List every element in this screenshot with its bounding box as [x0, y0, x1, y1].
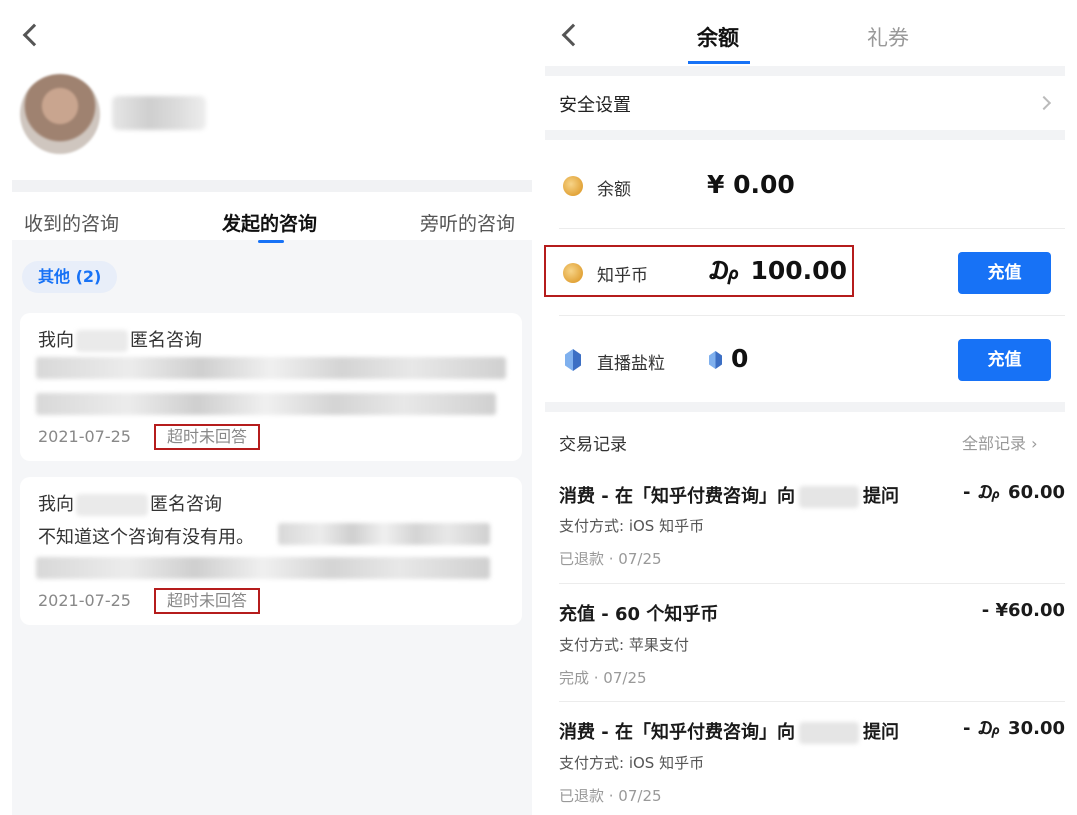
- row-divider: [559, 701, 1065, 702]
- row-divider: [559, 315, 1065, 316]
- card-title-prefix: 我向: [38, 494, 74, 515]
- transactions-header: 交易记录: [559, 435, 627, 455]
- section-divider: [545, 66, 1065, 76]
- transaction-method: 支付方式: 苹果支付: [559, 636, 689, 654]
- consultation-card[interactable]: 我向 匿名咨询 不知道这个咨询有没有用。 2021-07-25 超时未回答: [20, 477, 522, 625]
- filter-chip-other[interactable]: 其他 (2): [22, 261, 118, 293]
- tab-initiated-consultations[interactable]: 发起的咨询: [222, 209, 317, 236]
- transaction-method: 支付方式: iOS 知乎币: [559, 517, 705, 535]
- tab-coupons[interactable]: 礼券: [867, 22, 909, 52]
- transaction-title-prefix: 消费 - 在「知乎付费咨询」向: [559, 486, 796, 507]
- card-title: 我向 匿名咨询: [38, 326, 202, 352]
- blurred-text-line: [278, 523, 490, 545]
- transaction-title: 消费 - 在「知乎付费咨询」向 提问: [559, 718, 899, 744]
- active-tab-indicator: [258, 240, 284, 243]
- status-timeout-badge: 超时未回答: [154, 588, 261, 614]
- back-chevron-icon[interactable]: [22, 23, 46, 47]
- card-title-prefix: 我向: [38, 330, 74, 351]
- card-date: 2021-07-25: [38, 591, 131, 610]
- consultation-card[interactable]: 我向 匿名咨询 2021-07-25 超时未回答: [20, 313, 522, 461]
- transaction-status: 已退款 · 07/25: [559, 787, 662, 805]
- tab-received-consultations[interactable]: 收到的咨询: [24, 209, 119, 236]
- card-title-suffix: 匿名咨询: [130, 330, 202, 351]
- transaction-amount: - ₯ 30.00: [963, 718, 1065, 739]
- card-title: 我向 匿名咨询: [38, 490, 222, 516]
- recharge-salt-button[interactable]: 充值: [958, 339, 1051, 381]
- balance-label: 余额: [597, 180, 631, 200]
- transaction-status: 完成 · 07/25: [559, 669, 647, 687]
- section-divider: [12, 180, 532, 192]
- row-divider: [559, 228, 1065, 229]
- security-settings-label: 安全设置: [559, 95, 631, 116]
- blurred-username: [76, 494, 148, 516]
- transaction-amount: - ¥60.00: [981, 600, 1065, 621]
- transaction-title-prefix: 消费 - 在「知乎付费咨询」向: [559, 722, 796, 743]
- coin-icon: [563, 176, 583, 196]
- status-timeout-badge: 超时未回答: [154, 424, 261, 450]
- salt-grain-icon: [565, 349, 581, 371]
- wallet-panel: 余额 礼券 安全设置 余额 ¥ 0.00 知乎币 ₯ 100.00 充值 直播盐…: [544, 0, 1077, 815]
- card-title-suffix: 匿名咨询: [150, 494, 222, 515]
- tab-listened-consultations[interactable]: 旁听的咨询: [420, 209, 515, 236]
- section-divider: [545, 130, 1065, 140]
- chevron-right-icon: [1036, 95, 1052, 111]
- transaction-title-suffix: 提问: [863, 486, 900, 507]
- blurred-username: [799, 486, 860, 508]
- blurred-text-line: [36, 357, 506, 379]
- section-divider: [545, 402, 1065, 412]
- transaction-title: 消费 - 在「知乎付费咨询」向 提问: [559, 482, 899, 508]
- salt-grain-icon: [709, 351, 722, 369]
- card-date: 2021-07-25: [38, 427, 131, 446]
- zhihu-coin-label: 知乎币: [597, 266, 648, 286]
- live-salt-label: 直播盐粒: [597, 354, 665, 374]
- transaction-title-prefix: 充值 - 60 个知乎币: [559, 604, 719, 625]
- transaction-amount: - ₯ 60.00: [963, 482, 1065, 503]
- transaction-method: 支付方式: iOS 知乎币: [559, 754, 705, 772]
- zhihu-coin-value: ₯ 100.00: [707, 256, 847, 285]
- live-salt-value: 0: [731, 344, 749, 373]
- active-tab-indicator: [688, 61, 750, 64]
- tab-balance[interactable]: 余额: [697, 22, 739, 52]
- blurred-text-line: [36, 557, 490, 579]
- card-question-text: 不知道这个咨询有没有用。: [38, 527, 254, 548]
- transaction-status: 已退款 · 07/25: [559, 550, 662, 568]
- all-records-link[interactable]: 全部记录 ›: [962, 430, 1038, 454]
- coin-icon: [563, 263, 583, 283]
- blurred-username: [76, 330, 128, 352]
- avatar[interactable]: [20, 74, 100, 154]
- recharge-coins-button[interactable]: 充值: [958, 252, 1051, 294]
- consultation-panel: 收到的咨询 发起的咨询 旁听的咨询 其他 (2) 我向 匿名咨询 2021-07-…: [0, 0, 535, 815]
- transaction-title-suffix: 提问: [863, 722, 900, 743]
- username-blurred: [112, 96, 206, 130]
- back-chevron-icon[interactable]: [561, 23, 585, 47]
- row-divider: [559, 583, 1065, 584]
- blurred-username: [799, 722, 860, 744]
- balance-value: ¥ 0.00: [707, 170, 795, 199]
- blurred-text-line: [36, 393, 496, 415]
- transaction-title: 充值 - 60 个知乎币: [559, 600, 718, 626]
